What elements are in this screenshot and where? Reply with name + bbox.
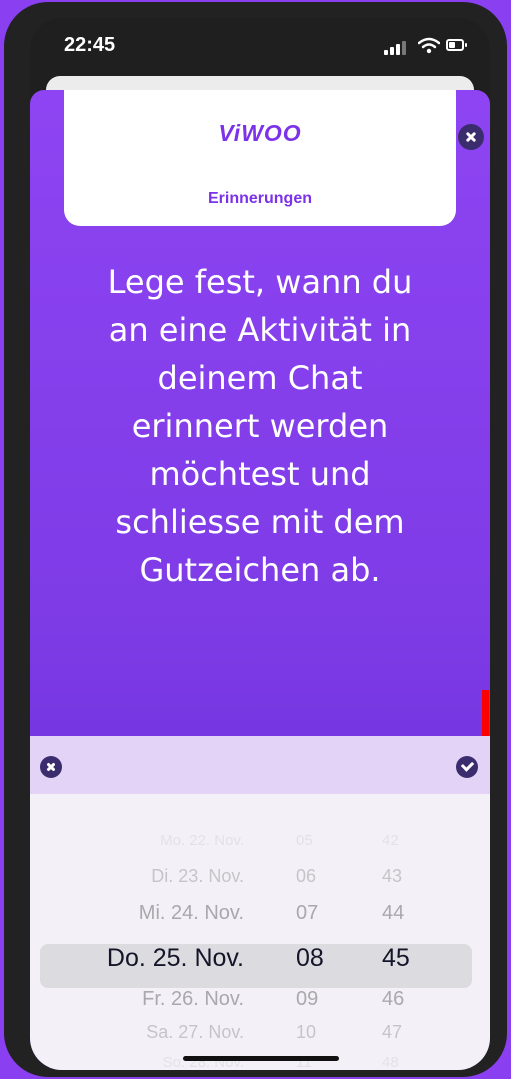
instruction-line: erinnert werden [131,407,389,445]
picker-date: Mo. 22. Nov. [160,832,244,849]
picker-wheel[interactable]: Mo. 22. Nov. 05 42 Di. 23. Nov. 06 43 Mi. 24. … [30,736,490,1070]
instruction-line: schliesse mit dem [115,503,405,541]
picker-minute: 42 [382,832,399,849]
picker-minute: 43 [382,866,403,886]
picker-hour: 09 [296,988,319,1010]
picker-date: Mi. 24. Nov. [138,902,244,924]
phone-frame: 22:45 ViWOO Erinnerungen Lege fest, wann… [4,2,507,1077]
picker-row[interactable]: Do. 25. Nov. 08 45 [30,944,490,984]
wifi-icon [418,37,440,54]
picker-minute: 47 [382,1022,403,1042]
picker-hour: 10 [296,1022,317,1042]
status-time: 22:45 [64,34,116,56]
picker-minute: 45 [382,944,410,972]
picker-hour: 07 [296,902,319,924]
phone-screen: 22:45 ViWOO Erinnerungen Lege fest, wann… [30,18,490,1070]
picker-hour: 05 [296,832,313,849]
picker-minute: 46 [382,988,405,1010]
picker-date: Di. 23. Nov. [151,866,244,886]
picker-row[interactable]: Di. 23. Nov. 06 43 [30,866,490,906]
instruction-line: Gutzeichen ab. [139,551,381,589]
picker-date: Sa. 27. Nov. [146,1022,244,1042]
picker-row[interactable]: Mi. 24. Nov. 07 44 [30,902,490,942]
close-icon[interactable] [458,124,484,150]
app-logo: ViWOO [218,120,302,146]
instruction-line: Lege fest, wann du [107,263,413,301]
instruction-text: Lege fest, wann du an eine Aktivität in … [50,258,470,594]
header-card: ViWOO Erinnerungen [64,90,456,226]
picker-hour: 06 [296,866,317,886]
picker-hour: 08 [296,944,324,972]
status-bar: 22:45 [30,18,490,74]
instruction-line: möchtest und [149,455,371,493]
page-title: Erinnerungen [207,190,312,207]
picker-minute: 44 [382,902,405,924]
instruction-line: deinem Chat [157,359,363,397]
picker-date: Do. 25. Nov. [106,944,244,972]
home-indicator [183,1056,339,1061]
instruction-line: an eine Aktivität in [108,311,412,349]
battery-icon [446,39,467,51]
picker-minute: 48 [382,1054,399,1070]
date-time-picker: Mo. 22. Nov. 05 42 Di. 23. Nov. 06 43 Mi. 24. … [30,736,490,1070]
picker-date: Fr. 26. Nov. [142,988,244,1010]
status-icons [384,37,467,55]
